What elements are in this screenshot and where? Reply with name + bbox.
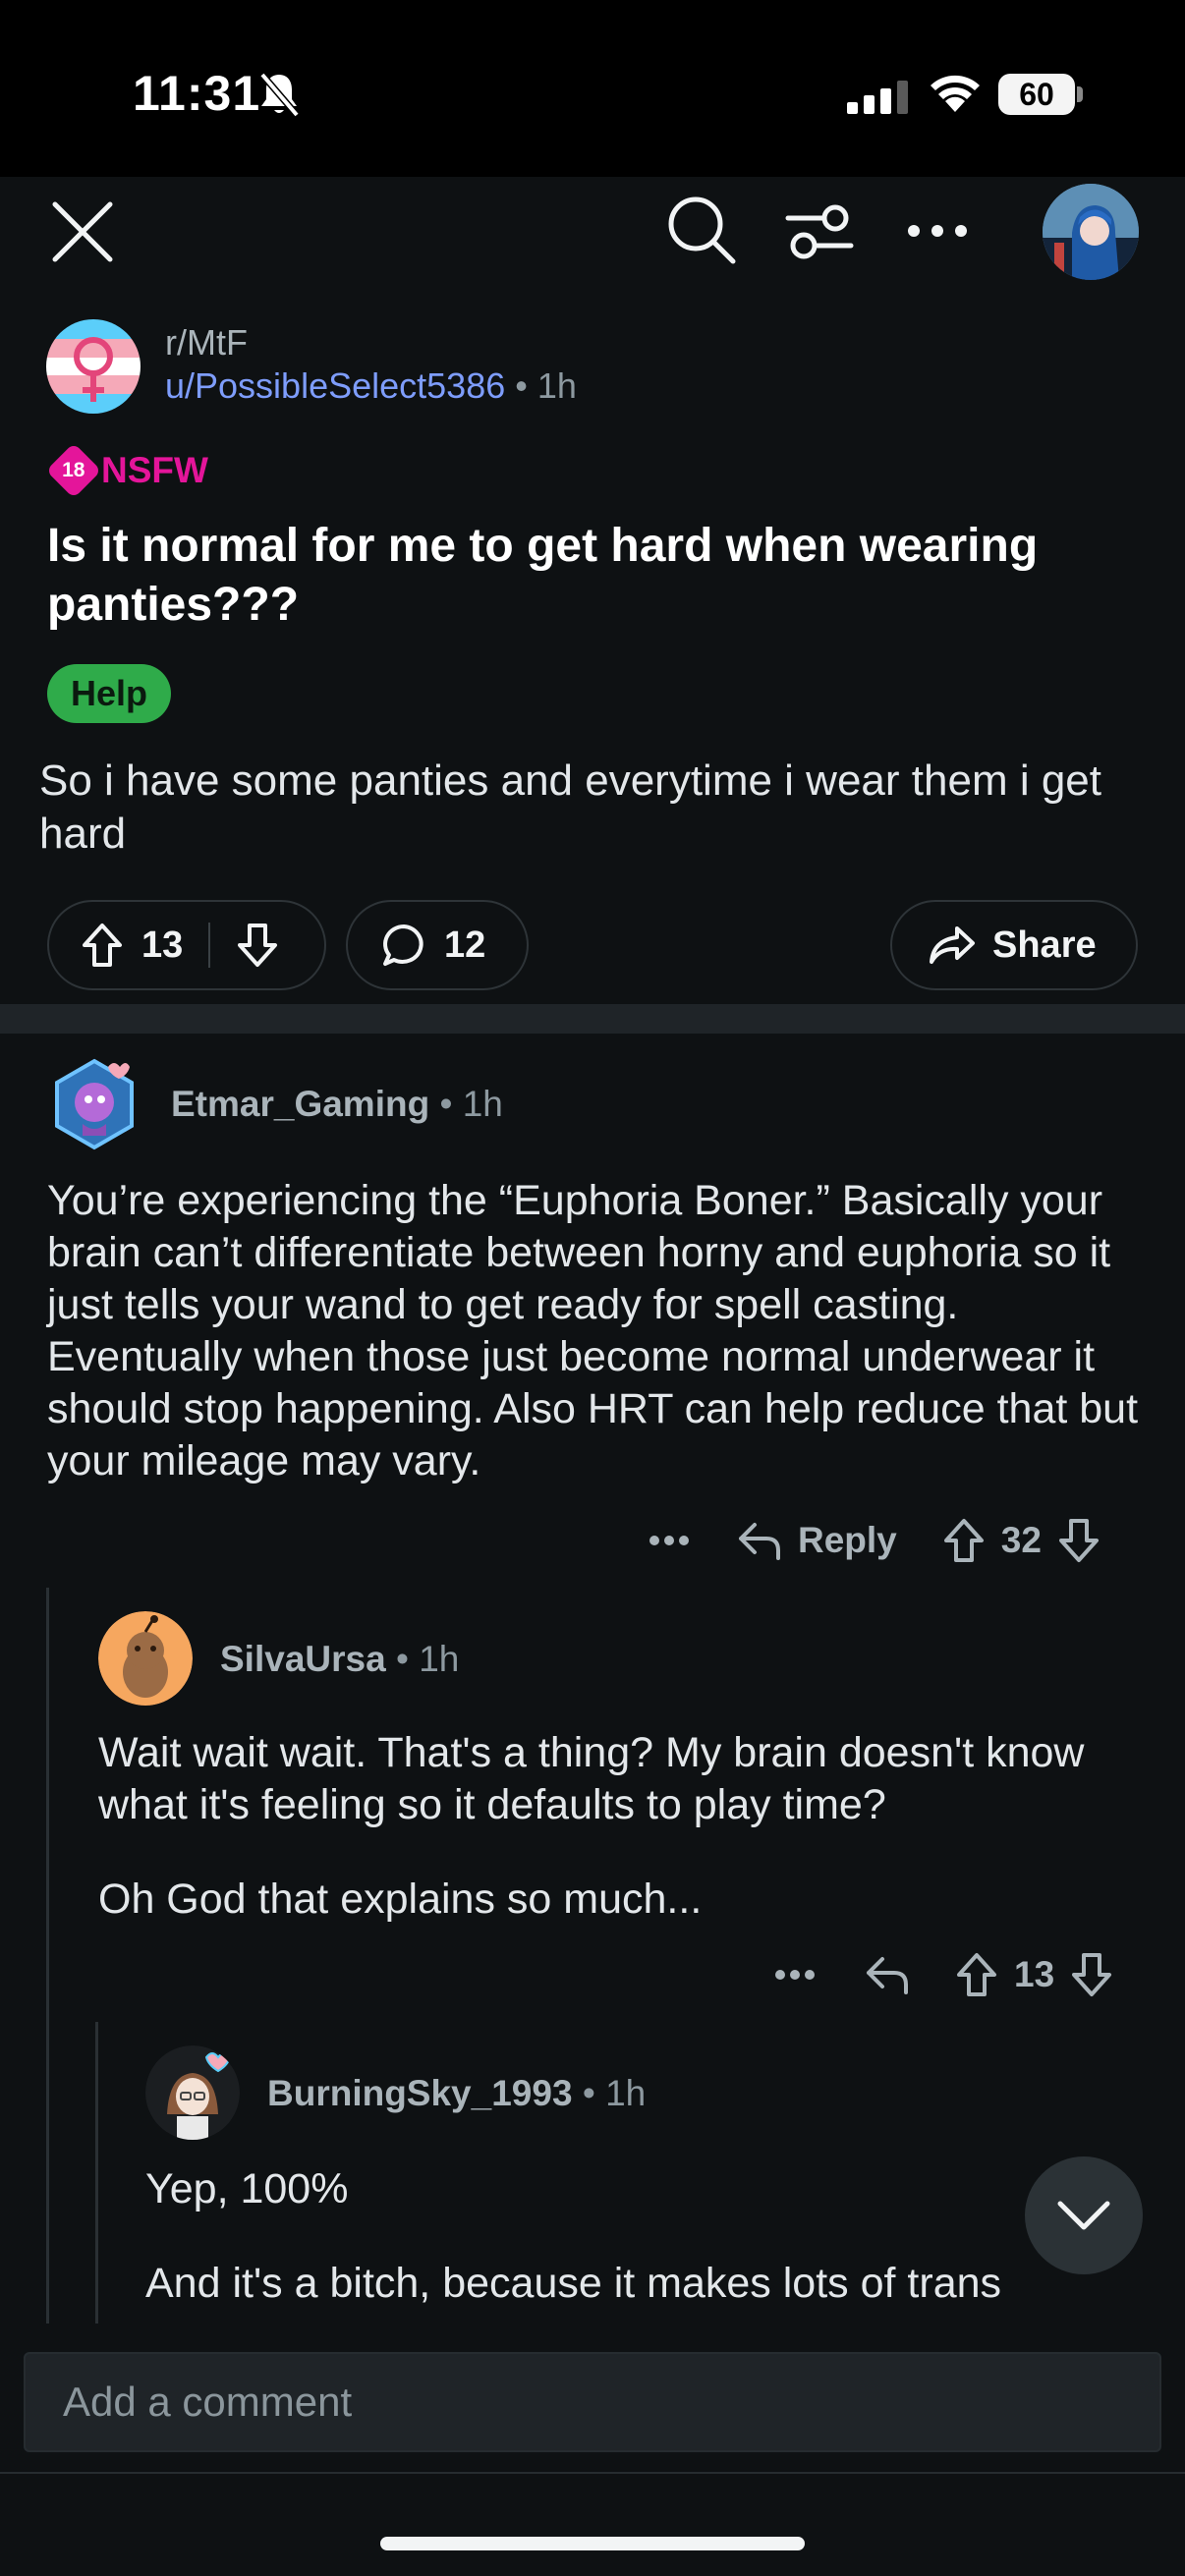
comment-author-line: Etmar_Gaming • 1h (171, 1084, 503, 1125)
signal-icon (847, 81, 908, 114)
post-title: Is it normal for me to get hard when wea… (47, 520, 1039, 631)
home-indicator[interactable] (380, 2537, 805, 2550)
thread-line[interactable] (46, 1588, 49, 2324)
status-time: 11:31 (133, 66, 261, 121)
comments-button[interactable]: 12 (346, 900, 529, 990)
separator-dot: • (515, 365, 528, 406)
more-icon[interactable] (649, 1534, 690, 1547)
vote-separator (208, 923, 211, 968)
comment-text: You’re experiencing the “Euphoria Boner.… (47, 1177, 1139, 1484)
comment-actions: 13 (774, 1945, 1113, 2004)
comment-author[interactable]: Etmar_Gaming (171, 1084, 429, 1124)
post-body: So i have some panties and everytime i w… (39, 756, 1101, 858)
more-icon[interactable] (774, 1968, 816, 1982)
comment-author-line: SilvaUrsa • 1h (220, 1639, 459, 1680)
post-age: 1h (536, 365, 577, 406)
comment-text: Wait wait wait. That's a thing? My brain… (98, 1729, 1085, 1828)
upvote-icon[interactable] (955, 1952, 998, 1997)
separator-dot: • (582, 2073, 595, 2113)
comment-author-line: BurningSky_1993 • 1h (267, 2073, 646, 2114)
separator-dot: • (439, 1084, 453, 1124)
comment-age: 1h (419, 1639, 460, 1679)
nsfw-18-icon: 18 (45, 442, 102, 499)
share-arrow-icon (930, 926, 975, 964)
reply-icon[interactable] (737, 1521, 782, 1560)
battery-indicator: 60 (998, 74, 1075, 115)
reply-icon[interactable] (865, 1955, 910, 1994)
comment-text: And it's a bitch, because it makes lots … (145, 2260, 1002, 2307)
share-label: Share (992, 924, 1097, 966)
user-avatar[interactable] (1043, 184, 1139, 280)
comment-author[interactable]: SilvaUrsa (220, 1639, 386, 1679)
add-comment-input[interactable]: Add a comment (24, 2352, 1161, 2452)
comment-score: 13 (1014, 1954, 1055, 1994)
silent-bell-icon (259, 72, 300, 118)
post-score: 13 (141, 924, 184, 966)
status-bar: 11:31 60 (0, 0, 1185, 177)
subreddit-name[interactable]: r/MtF (165, 322, 248, 364)
comment-bubble-icon (383, 924, 423, 966)
commenter-avatar[interactable] (145, 2045, 240, 2140)
filter-icon[interactable] (784, 200, 855, 263)
section-divider (0, 1004, 1185, 1034)
downvote-icon[interactable] (236, 923, 279, 968)
battery-tip (1077, 86, 1083, 102)
close-icon[interactable] (51, 200, 114, 263)
thread-line[interactable] (95, 2022, 98, 2324)
commenter-avatar[interactable] (49, 1055, 140, 1153)
separator-dot: • (395, 1639, 409, 1679)
upvote-icon[interactable] (81, 923, 124, 968)
bottom-divider (0, 2472, 1185, 2474)
downvote-icon[interactable] (1057, 1518, 1100, 1563)
next-comment-button[interactable] (1025, 2156, 1143, 2274)
post-author-line: u/PossibleSelect5386 • 1h (165, 365, 577, 407)
reply-button[interactable]: Reply (798, 1520, 897, 1561)
commenter-avatar[interactable] (98, 1611, 193, 1706)
nsfw-tag: 18 NSFW (45, 442, 208, 499)
wifi-icon (931, 75, 980, 112)
share-button[interactable]: Share (890, 900, 1138, 990)
comment-text: Yep, 100% (145, 2165, 349, 2212)
comment-actions: Reply 32 (649, 1511, 1100, 1570)
comment-age: 1h (605, 2073, 647, 2113)
nsfw-badge-number: 18 (62, 458, 85, 481)
downvote-icon[interactable] (1070, 1952, 1113, 1997)
search-icon[interactable] (666, 195, 737, 265)
comment-count: 12 (444, 924, 486, 966)
chevron-down-icon (1057, 2201, 1110, 2230)
comment-score: 32 (1000, 1520, 1042, 1560)
comment-text: Oh God that explains so much... (98, 1876, 703, 1923)
comment-age: 1h (462, 1084, 503, 1124)
vote-bar: 13 (47, 900, 326, 990)
comment-author[interactable]: BurningSky_1993 (267, 2073, 573, 2113)
more-icon[interactable] (906, 222, 969, 240)
nsfw-label: NSFW (101, 450, 208, 490)
subreddit-avatar[interactable] (46, 319, 141, 414)
upvote-icon[interactable] (942, 1518, 986, 1563)
post-author[interactable]: u/PossibleSelect5386 (165, 365, 505, 406)
post-flair[interactable]: Help (47, 664, 172, 723)
